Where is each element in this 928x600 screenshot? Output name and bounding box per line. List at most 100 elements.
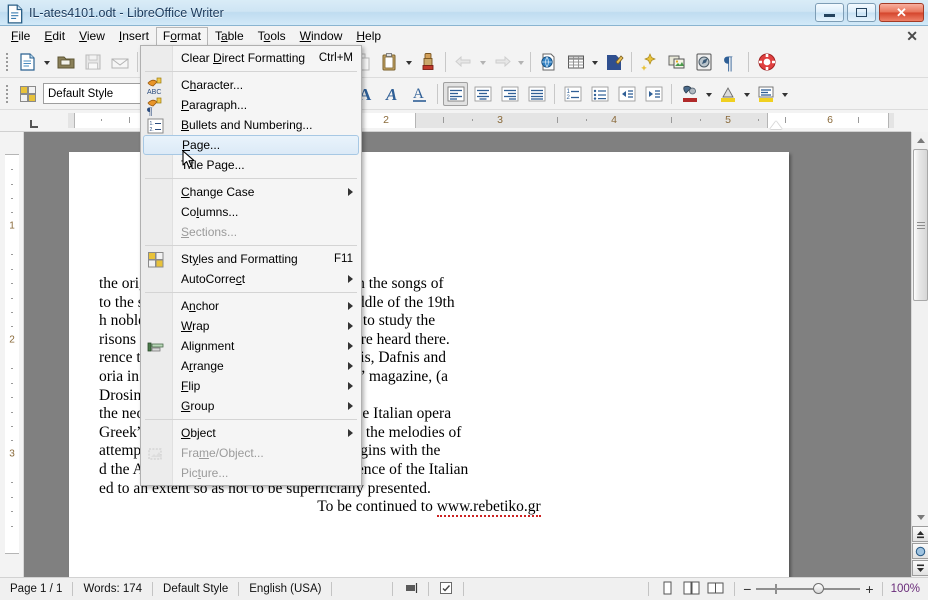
minimize-button[interactable] — [815, 3, 844, 22]
insert-table-dropdown-icon[interactable] — [589, 50, 600, 74]
scroll-up-icon[interactable] — [912, 132, 928, 148]
clone-formatting-icon[interactable] — [415, 50, 440, 74]
insert-table-icon[interactable] — [563, 50, 588, 74]
align-left-icon[interactable] — [443, 81, 468, 106]
menu-item-flip[interactable]: Flip — [141, 376, 361, 396]
styles-apply-icon[interactable] — [15, 82, 40, 106]
doc-closing-url[interactable]: www.rebetiko.gr — [436, 498, 541, 518]
font-color-dropdown-icon[interactable] — [703, 82, 714, 106]
email-document-icon[interactable] — [107, 50, 132, 74]
menu-item-change-case[interactable]: Change Case — [141, 182, 361, 202]
increase-indent-icon[interactable] — [641, 82, 666, 106]
zoom-out-button[interactable]: − — [743, 582, 751, 596]
horizontal-ruler[interactable]: 1 2 3 4 5 6 — [0, 110, 911, 132]
menu-window[interactable]: Window — [293, 27, 350, 46]
menu-item-columns[interactable]: Columns... — [141, 202, 361, 222]
zoom-level-status[interactable]: 100% — [883, 583, 928, 595]
menu-item-frame-object[interactable]: Frame/Object... — [141, 443, 361, 463]
page-count-status[interactable]: Page 1 / 1 — [0, 583, 72, 595]
page-style-status[interactable]: Default Style — [153, 583, 238, 595]
scroll-down-icon[interactable] — [912, 509, 928, 525]
word-count-status[interactable]: Words: 174 — [73, 583, 152, 595]
align-justified-icon[interactable] — [524, 82, 549, 106]
selection-mode-status[interactable] — [393, 582, 428, 597]
menu-item-title-page[interactable]: Title Page... — [141, 155, 361, 175]
formatting-marks-icon[interactable]: ¶ — [718, 50, 743, 74]
menu-item-arrange[interactable]: Arrange — [141, 356, 361, 376]
menu-insert[interactable]: Insert — [112, 27, 156, 46]
navigation-target-icon[interactable] — [912, 543, 928, 559]
unsaved-changes-icon[interactable] — [429, 581, 463, 598]
menu-view[interactable]: View — [72, 27, 112, 46]
insert-hyperlink-icon[interactable] — [536, 50, 561, 74]
menu-item-clear-direct-formatting[interactable]: Clear Direct Formatting Ctrl+M — [141, 48, 361, 68]
open-folder-icon[interactable] — [53, 50, 78, 74]
font-color-icon[interactable] — [677, 82, 702, 106]
previous-page-icon[interactable] — [912, 526, 928, 542]
menu-item-alignment[interactable]: Alignment — [141, 336, 361, 356]
menu-item-autocorrect[interactable]: AutoCorrect — [141, 269, 361, 289]
align-right-icon[interactable] — [497, 82, 522, 106]
vertical-scrollbar-thumb[interactable] — [913, 149, 928, 301]
redo-icon[interactable] — [489, 50, 514, 74]
find-replace-icon[interactable] — [637, 50, 662, 74]
zoom-in-button[interactable]: + — [865, 582, 873, 596]
menu-table[interactable]: Table — [208, 27, 251, 46]
menu-item-group[interactable]: Group — [141, 396, 361, 416]
menu-help[interactable]: Help — [349, 27, 388, 46]
paste-icon[interactable] — [377, 50, 402, 74]
menu-format[interactable]: Format — [155, 26, 208, 46]
highlighting-color-icon[interactable] — [715, 82, 740, 106]
paste-dropdown-icon[interactable] — [403, 50, 414, 74]
close-button[interactable]: ✕ — [879, 3, 924, 22]
format-menu-popup[interactable]: Clear Direct Formatting Ctrl+M ABC Chara… — [140, 45, 362, 486]
background-color-dropdown-icon[interactable] — [779, 82, 790, 106]
zoom-slider[interactable]: − + — [735, 582, 881, 596]
vertical-scrollbar[interactable] — [911, 132, 928, 577]
language-status[interactable]: English (USA) — [239, 583, 331, 595]
redo-dropdown-icon[interactable] — [515, 50, 526, 74]
align-center-icon[interactable] — [470, 82, 495, 106]
ordered-list-icon[interactable]: 12 — [560, 82, 585, 106]
menu-item-sections[interactable]: Sections... — [141, 222, 361, 242]
vertical-ruler[interactable]: 1 2 3 — [0, 132, 24, 577]
menu-item-character[interactable]: ABC Character... — [141, 75, 361, 96]
new-document-dropdown-icon[interactable] — [41, 50, 52, 74]
unordered-list-icon[interactable] — [587, 82, 612, 106]
decrease-indent-icon[interactable] — [614, 82, 639, 106]
restore-button[interactable] — [847, 3, 876, 22]
zoom-slider-knob[interactable] — [813, 583, 825, 594]
single-page-view-icon[interactable] — [659, 581, 676, 598]
menu-item-anchor[interactable]: Anchor — [141, 296, 361, 316]
navigator-icon[interactable] — [691, 50, 716, 74]
left-indent-marker[interactable] — [770, 121, 782, 129]
book-view-icon[interactable] — [707, 581, 724, 598]
zoom-slider-track[interactable] — [756, 583, 861, 594]
menu-item-picture[interactable]: Picture... — [141, 463, 361, 483]
menu-file[interactable]: File — [4, 27, 37, 46]
background-color-icon[interactable] — [753, 82, 778, 106]
menu-tools[interactable]: Tools — [251, 27, 293, 46]
new-document-icon[interactable] — [15, 50, 40, 74]
italic-icon[interactable]: A — [380, 82, 405, 106]
gallery-icon[interactable] — [664, 50, 689, 74]
next-page-icon[interactable] — [912, 560, 928, 576]
menu-edit[interactable]: Edit — [37, 27, 72, 46]
show-draw-functions-icon[interactable] — [601, 50, 626, 74]
menu-item-wrap[interactable]: Wrap — [141, 316, 361, 336]
highlighting-color-dropdown-icon[interactable] — [741, 82, 752, 106]
undo-dropdown-icon[interactable] — [477, 50, 488, 74]
toolbar-grip[interactable] — [3, 51, 12, 73]
save-icon[interactable] — [80, 50, 105, 74]
close-document-icon[interactable]: ✕ — [906, 28, 918, 45]
underline-icon[interactable]: A — [407, 82, 432, 106]
menu-item-paragraph[interactable]: ¶ Paragraph... — [141, 95, 361, 116]
menu-item-bullets-and-numbering[interactable]: 1. 2. Bullets and Numbering... — [141, 115, 361, 135]
help-icon[interactable] — [754, 50, 779, 74]
menu-item-object[interactable]: Object — [141, 423, 361, 443]
toolbar-grip[interactable] — [3, 83, 12, 105]
menu-item-styles-and-formatting[interactable]: Styles and Formatting F11 — [141, 249, 361, 269]
multi-page-view-icon[interactable] — [683, 581, 700, 598]
tab-stop-selector[interactable] — [0, 110, 68, 132]
undo-icon[interactable] — [451, 50, 476, 74]
